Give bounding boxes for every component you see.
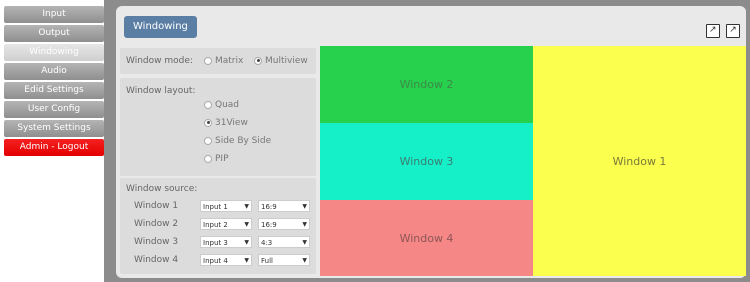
radio-side-by-side[interactable]	[204, 136, 212, 145]
sidebar-item-input[interactable]: Input	[4, 6, 104, 23]
aspect-select-value: Full	[261, 257, 273, 265]
preview-window-2[interactable]: Window 2	[320, 46, 533, 123]
mode-option-matrix[interactable]: Matrix	[204, 56, 243, 66]
source-window-name: Window 4	[134, 255, 179, 265]
dropdown-arrow-icon: ▼	[244, 221, 249, 228]
layout-option-pip[interactable]: PIP	[204, 154, 229, 164]
dropdown-arrow-icon: ▼	[244, 239, 249, 246]
mode-option-multiview[interactable]: Multiview	[254, 56, 308, 66]
input-select[interactable]: Input 2 ▼	[200, 218, 252, 230]
export-icon[interactable]: ↗	[726, 24, 740, 38]
aspect-select-value: 16:9	[261, 203, 277, 211]
sidebar-item-output[interactable]: Output	[4, 25, 104, 42]
radio-quad[interactable]	[204, 100, 212, 109]
mode-option-label: Multiview	[265, 56, 308, 66]
layout-option-quad[interactable]: Quad	[204, 100, 239, 110]
window-mode-label: Window mode:	[126, 56, 193, 66]
source-window-name: Window 3	[134, 237, 179, 247]
radio-pip[interactable]	[204, 154, 212, 163]
aspect-select[interactable]: 16:9 ▼	[258, 200, 310, 212]
page-title-tab: Windowing	[124, 16, 197, 38]
sidebar-item-system-settings[interactable]: System Settings	[4, 120, 104, 137]
export-icon[interactable]: ↗	[705, 24, 720, 38]
preview-window-3[interactable]: Window 3	[320, 123, 533, 200]
dropdown-arrow-icon: ▼	[302, 221, 307, 228]
aspect-select-value: 16:9	[261, 221, 277, 229]
input-select[interactable]: Input 3 ▼	[200, 236, 252, 248]
source-window-name: Window 2	[134, 219, 179, 229]
dropdown-arrow-icon: ▼	[302, 239, 307, 246]
dropdown-arrow-icon: ▼	[302, 257, 307, 264]
window-layout-section: Window layout: Quad 31View Side By Side …	[120, 78, 316, 176]
source-row: Window 4 Input 4 ▼ Full ▼	[134, 254, 314, 268]
input-select-value: Input 4	[203, 257, 228, 265]
window-source-label: Window source:	[126, 184, 198, 194]
logout-button[interactable]: Admin - Logout	[4, 139, 104, 156]
source-window-name: Window 1	[134, 201, 179, 211]
layout-option-label: Quad	[215, 100, 240, 110]
sidebar-item-edid-settings[interactable]: Edid Settings	[4, 82, 104, 99]
sidebar-item-windowing[interactable]: Windowing	[4, 44, 104, 61]
preview-window-4[interactable]: Window 4	[320, 200, 533, 276]
source-row: Window 1 Input 1 ▼ 16:9 ▼	[134, 200, 314, 214]
aspect-select[interactable]: 4:3 ▼	[258, 236, 310, 248]
input-select-value: Input 3	[203, 239, 228, 247]
window-layout-label: Window layout:	[126, 86, 196, 96]
mode-option-label: Matrix	[215, 56, 244, 66]
layout-option-label: PIP	[215, 154, 229, 164]
layout-preview: Window 2 Window 3 Window 4 Window 1	[320, 46, 746, 276]
sidebar-item-audio[interactable]: Audio	[4, 63, 104, 80]
sidebar-item-user-config[interactable]: User Config	[4, 101, 104, 118]
radio-matrix[interactable]	[204, 56, 212, 65]
dropdown-arrow-icon: ▼	[302, 203, 307, 210]
main-area: Windowing ↗ ↗ Window mode: Matrix Multiv…	[104, 0, 750, 282]
input-select[interactable]: Input 4 ▼	[200, 254, 252, 266]
aspect-select[interactable]: Full ▼	[258, 254, 310, 266]
source-row: Window 3 Input 3 ▼ 4:3 ▼	[134, 236, 314, 250]
aspect-select-value: 4:3	[261, 239, 273, 247]
input-select-value: Input 2	[203, 221, 228, 229]
layout-option-side-by-side[interactable]: Side By Side	[204, 136, 271, 146]
source-row: Window 2 Input 2 ▼ 16:9 ▼	[134, 218, 314, 232]
dropdown-arrow-icon: ▼	[244, 257, 249, 264]
export-icons: ↗ ↗	[703, 24, 740, 38]
preview-window-label: Window 3	[399, 155, 454, 168]
dropdown-arrow-icon: ▼	[244, 203, 249, 210]
window-source-section: Window source: Window 1 Input 1 ▼ 16:9 ▼ W…	[120, 178, 316, 274]
radio-31view[interactable]	[204, 118, 212, 127]
sidebar-nav: Input Output Windowing Audio Edid Settin…	[4, 6, 104, 158]
layout-option-label: 31View	[215, 118, 248, 128]
input-select[interactable]: Input 1 ▼	[200, 200, 252, 212]
preview-window-1[interactable]: Window 1	[533, 46, 746, 276]
preview-window-label: Window 4	[399, 231, 454, 245]
preview-window-label: Window 2	[399, 78, 454, 91]
radio-multiview[interactable]	[254, 56, 262, 65]
layout-option-31view[interactable]: 31View	[204, 118, 248, 128]
preview-window-label: Window 1	[612, 154, 667, 168]
aspect-select[interactable]: 16:9 ▼	[258, 218, 310, 230]
input-select-value: Input 1	[203, 203, 228, 211]
windowing-panel: Windowing ↗ ↗ Window mode: Matrix Multiv…	[116, 6, 746, 278]
window-mode-section: Window mode: Matrix Multiview	[120, 48, 316, 74]
layout-option-label: Side By Side	[215, 136, 272, 146]
